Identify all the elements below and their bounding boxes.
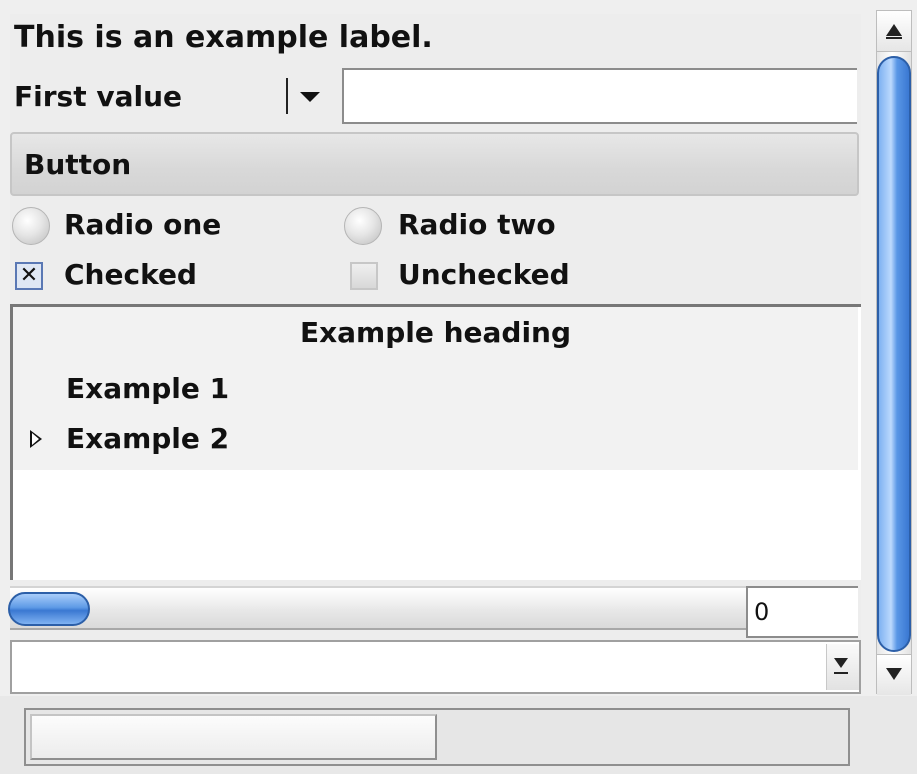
arrow-down-icon [886,668,902,680]
horizontal-scale-trough[interactable] [10,586,746,630]
combo-text-entry[interactable] [342,68,857,124]
button-label: Button [24,147,132,181]
radio-one-label[interactable]: Radio one [64,208,221,241]
dropdown-arrow-icon[interactable] [300,92,320,102]
arrow-up-icon [886,24,902,36]
combo-separator [286,78,288,114]
unchecked-checkbox-label[interactable]: Unchecked [398,258,570,291]
tree-row-example-1[interactable]: Example 1 [66,372,229,405]
radio-one-button[interactable] [12,207,50,245]
combo-selected-value[interactable]: First value [14,80,182,113]
horizontal-scale-thumb[interactable] [8,592,90,626]
radio-two-label[interactable]: Radio two [398,208,556,241]
vertical-scrollbar-thumb[interactable] [877,56,911,652]
expander-triangle-inner [32,433,39,445]
arrow-up-baseline [886,37,902,39]
unchecked-checkbox[interactable] [350,262,378,290]
checked-checkbox-label[interactable]: Checked [64,258,197,291]
combo-box-entry[interactable] [10,640,861,694]
spin-value-field[interactable]: 0 [746,586,858,638]
example-label: This is an example label. [14,20,433,55]
check-mark-icon: ✕ [19,263,39,288]
tree-row-example-2[interactable]: Example 2 [66,422,229,455]
radio-two-button[interactable] [344,207,382,245]
dropdown-arrow-underline [834,672,848,674]
example-button[interactable]: Button [10,132,859,196]
checked-checkbox[interactable]: ✕ [15,262,43,290]
progress-bar-fill [30,714,437,760]
tree-column-heading[interactable]: Example heading [13,316,858,349]
dropdown-arrow-icon [834,658,848,668]
